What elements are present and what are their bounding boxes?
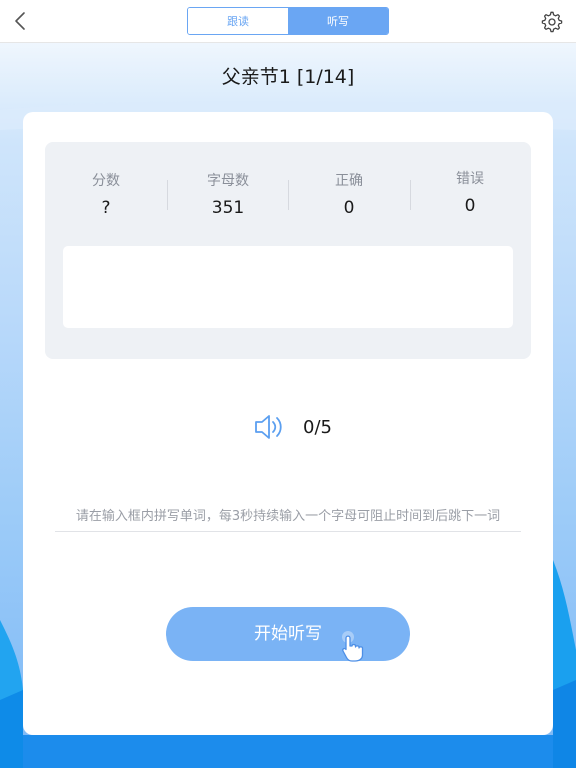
stat-letter-count: 字母数 351	[167, 170, 289, 218]
stat-value: ?	[101, 198, 111, 218]
stat-value: 351	[211, 198, 245, 218]
gear-icon[interactable]	[541, 11, 563, 33]
word-progress: 0/5	[303, 416, 332, 438]
stat-correct: 正确 0	[288, 170, 410, 218]
tab-follow-read[interactable]: 跟读	[188, 8, 288, 34]
stat-label: 错误	[456, 171, 484, 187]
start-dictation-button[interactable]: 开始听写	[166, 607, 410, 662]
hand-pointer-icon	[342, 631, 364, 662]
back-button[interactable]	[10, 9, 32, 33]
start-dictation-label: 开始听写	[254, 624, 322, 644]
stats-panel: 分数 ? 字母数 351 正确 0 错误 0	[45, 142, 531, 359]
stat-label: 分数	[92, 173, 120, 189]
input-underline[interactable]	[55, 531, 521, 532]
stat-wrong: 错误 0	[409, 168, 531, 216]
instruction-hint: 请在输入框内拼写单词，每3秒持续输入一个字母可阻止时间到后跳下一词	[75, 509, 501, 524]
stat-label: 正确	[335, 173, 363, 189]
stat-score: 分数 ?	[45, 170, 167, 218]
stat-label: 字母数	[207, 173, 249, 189]
speaker-icon[interactable]	[253, 412, 287, 442]
audio-row: 0/5	[253, 410, 332, 444]
tab-dictation[interactable]: 听写	[288, 8, 388, 34]
dictation-card: 分数 ? 字母数 351 正确 0 错误 0 0/5 请在输入框内拼写单词，每3…	[23, 112, 553, 735]
mode-segmented-control: 跟读 听写	[187, 7, 389, 35]
top-bar: 跟读 听写	[0, 0, 576, 43]
stat-value: 0	[464, 196, 476, 216]
answer-display-box[interactable]	[63, 246, 513, 328]
stat-value: 0	[343, 198, 355, 218]
page-title: 父亲节1 [1/14]	[221, 66, 355, 88]
